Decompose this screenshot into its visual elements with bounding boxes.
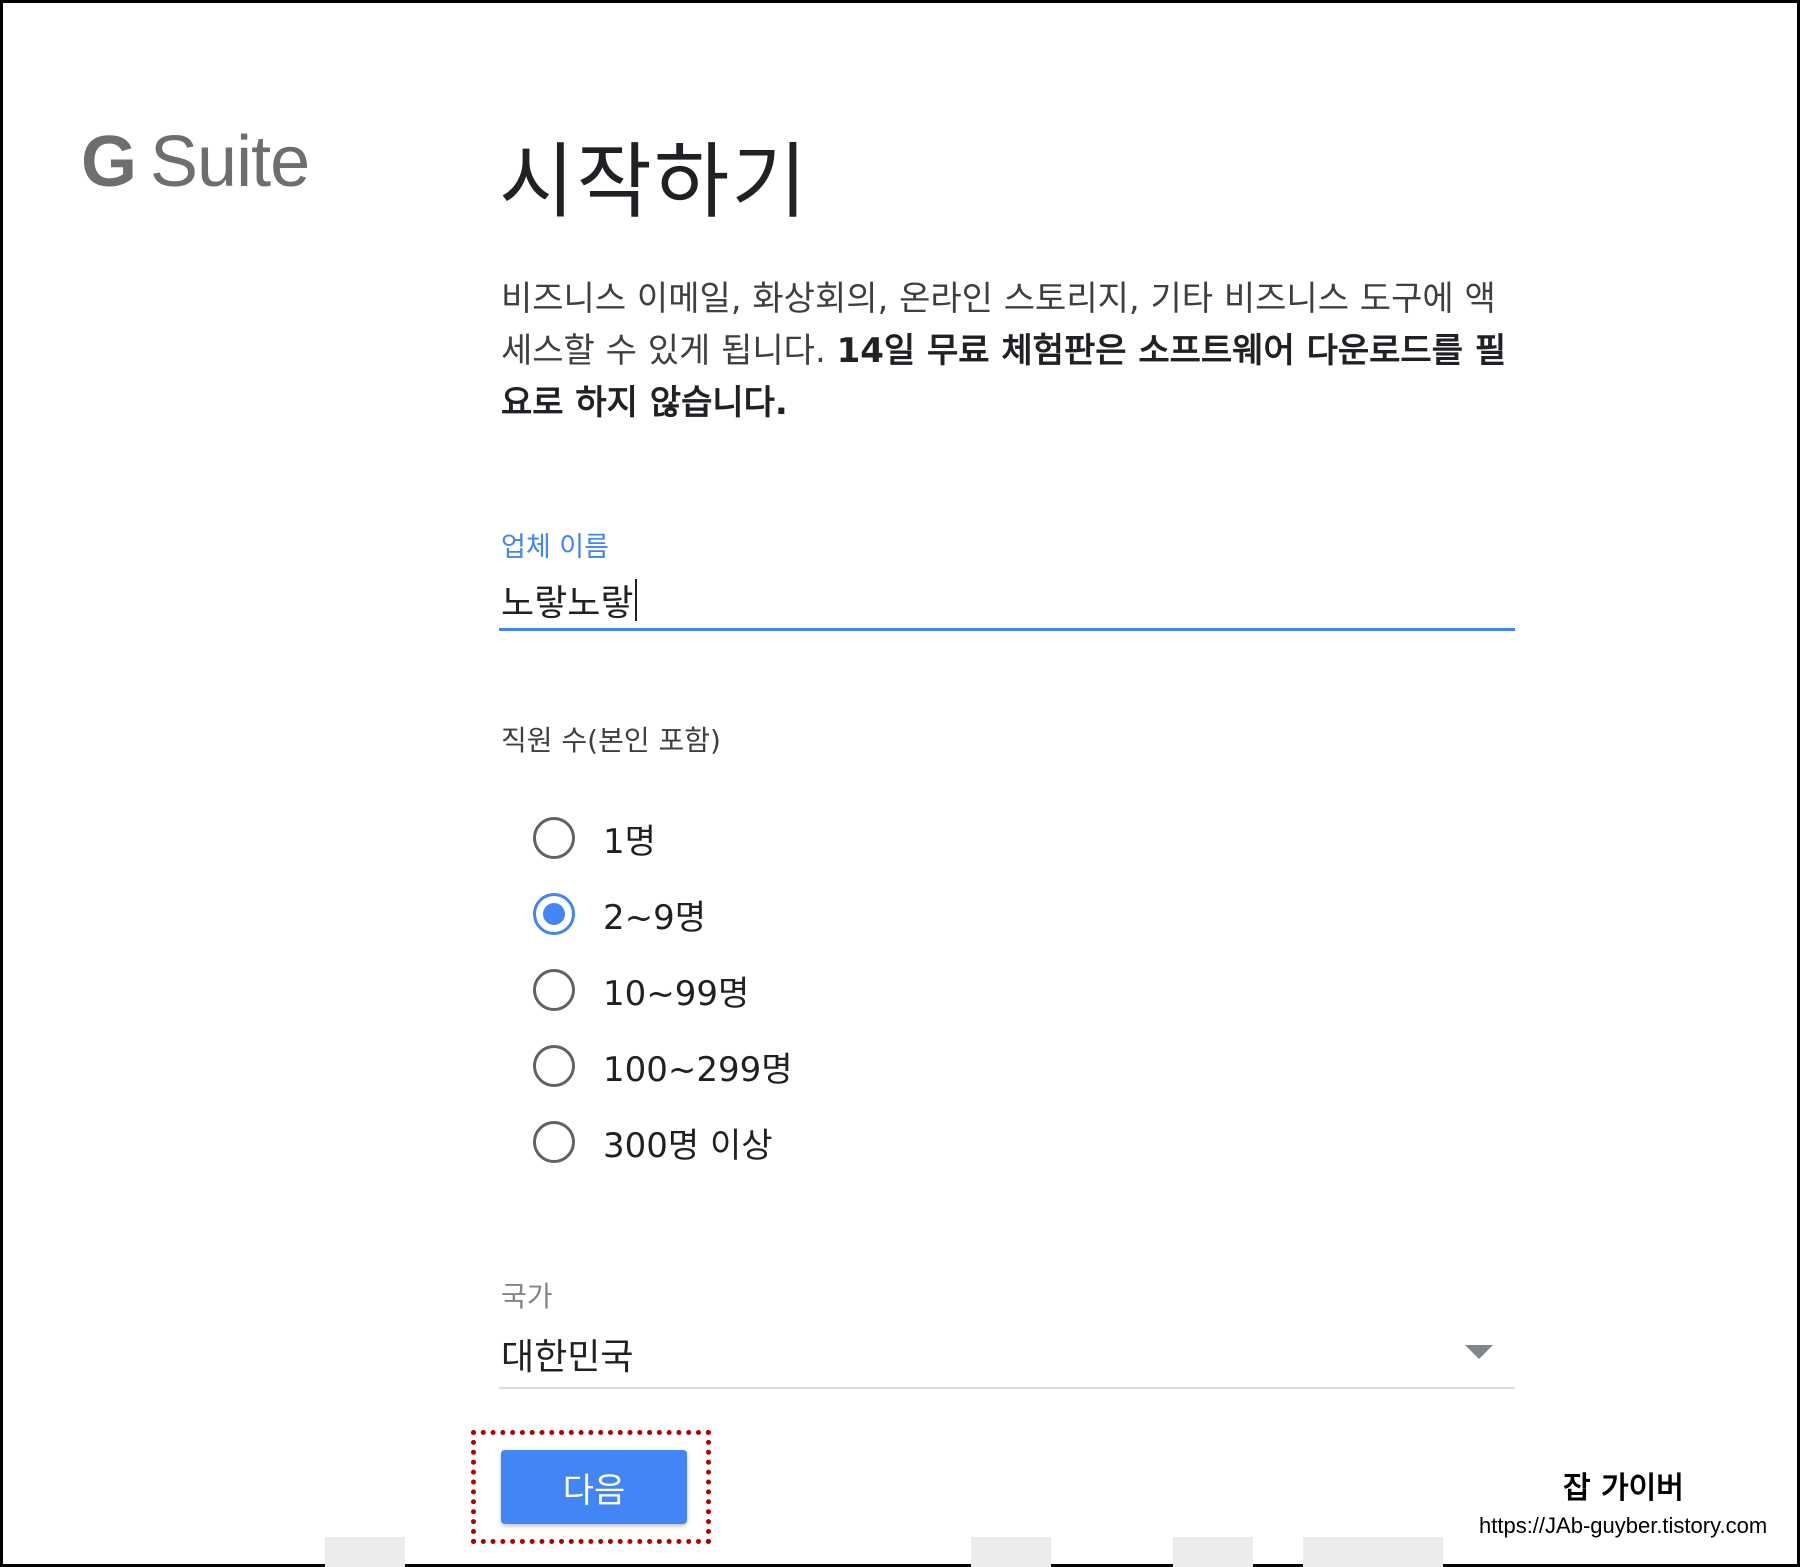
radio-label: 300명 이상 [603,1125,773,1166]
g-suite-logo: G Suite [81,121,310,203]
radio-checked-icon[interactable] [533,893,575,935]
next-button[interactable]: 다음 [501,1450,687,1524]
company-name-value: 노랗노랗 [501,582,634,624]
country-select[interactable]: 대한민국 [499,1321,1515,1389]
radio-label: 100~299명 [603,1049,793,1090]
radio-option-1[interactable]: 1명 [533,813,1033,863]
faded-background-element [971,1537,1051,1567]
radio-circle-icon[interactable] [533,817,575,859]
description: 비즈니스 이메일, 화상회의, 온라인 스토리지, 기타 비즈니스 도구에 액세… [501,273,1521,429]
radio-circle-icon[interactable] [533,969,575,1011]
radio-label: 2~9명 [603,897,707,938]
radio-circle-icon[interactable] [533,1045,575,1087]
watermark-url: https://JAb-guyber.tistory.com [1479,1513,1768,1538]
radio-option-10-99[interactable]: 10~99명 [533,965,1033,1015]
radio-option-2-9[interactable]: 2~9명 [533,889,1033,939]
faded-background-element [1303,1537,1443,1567]
text-caret [635,578,638,621]
page-frame: G Suite 시작하기 비즈니스 이메일, 화상회의, 온라인 스토리지, 기타… [0,0,1800,1567]
radio-option-300-plus[interactable]: 300명 이상 [533,1117,1033,1167]
radio-label: 10~99명 [603,973,750,1014]
logo-g: G [81,122,137,202]
radio-label: 1명 [603,821,656,862]
page-title: 시작하기 [499,135,809,230]
country-label: 국가 [501,1280,553,1313]
company-name-input[interactable]: 노랗노랗 [499,571,1515,631]
faded-background-element [1173,1537,1253,1567]
company-name-label: 업체 이름 [501,532,609,563]
radio-option-100-299[interactable]: 100~299명 [533,1041,1033,1091]
dropdown-arrow-icon[interactable] [1465,1345,1493,1359]
employee-count-label: 직원 수(본인 포함) [501,724,721,757]
watermark-title: 잡 가이버 [1563,1471,1684,1506]
faded-background-element [325,1537,405,1567]
radio-circle-icon[interactable] [533,1121,575,1163]
logo-suite: Suite [150,122,310,202]
country-value: 대한민국 [501,1337,634,1378]
